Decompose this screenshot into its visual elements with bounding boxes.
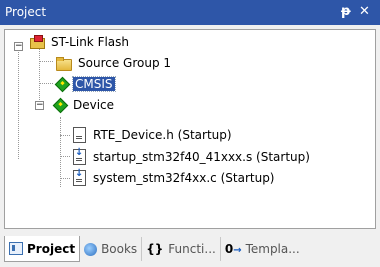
tree-node-label: startup_stm32f40_41xxx.s (Startup) [93,150,310,164]
source-file-icon [73,147,86,165]
tree-node-label: RTE_Device.h (Startup) [93,128,232,142]
tree-connector [39,48,40,108]
project-icon [29,35,45,49]
tab-templates[interactable]: 0→ Templa... [221,237,304,261]
panel-tabs: Project Books {} Functi... 0→ Templa... [4,235,376,263]
tab-label: Functi... [168,242,216,256]
component-icon [52,97,69,114]
tree-node-label: system_stm32f4xx.c (Startup) [93,171,275,185]
component-icon [54,76,71,93]
tree-node-file[interactable]: system_stm32f4xx.c (Startup) [71,168,277,187]
tree-node-label: ST-Link Flash [51,35,130,49]
collapse-root-button[interactable]: − [14,42,23,51]
panel-titlebar: Project ᵽ ✕ [0,0,380,25]
project-tree[interactable]: − ST-Link Flash Source Group 1 CMSIS − D… [4,29,376,229]
panel-title: Project [5,5,47,19]
tree-node-file[interactable]: startup_stm32f40_41xxx.s (Startup) [71,147,312,166]
tree-connector [18,47,19,159]
tab-label: Templa... [245,242,300,256]
tab-books[interactable]: Books [80,237,143,261]
tab-functions[interactable]: {} Functi... [142,237,221,261]
books-icon [84,242,98,256]
tree-node-cmsis[interactable]: CMSIS [54,75,116,93]
functions-icon: {} [146,242,164,256]
tree-connector [60,117,61,187]
tab-project[interactable]: Project [4,236,81,262]
templates-icon: 0→ [224,242,242,256]
source-file-icon [73,168,86,186]
project-tab-icon [9,242,23,255]
tree-node-label: CMSIS [72,76,116,92]
collapse-device-button[interactable]: − [35,101,44,110]
tree-node-device[interactable]: Device [52,96,116,114]
tree-node-label: Source Group 1 [78,56,172,70]
tree-node-source-group[interactable]: Source Group 1 [56,54,173,72]
tree-node-root[interactable]: ST-Link Flash [29,33,131,51]
pin-icon[interactable]: ᵽ [341,4,351,19]
tab-label: Books [101,242,138,256]
project-panel: − ST-Link Flash Source Group 1 CMSIS − D… [0,25,380,267]
tab-label: Project [27,241,76,256]
tree-connector [60,135,70,136]
close-icon[interactable]: ✕ [359,4,370,19]
folder-icon [56,56,72,71]
header-file-icon [73,127,86,143]
tree-connector [60,178,70,179]
tree-node-label: Device [73,98,115,112]
tree-connector [39,83,53,84]
tree-connector [60,156,70,157]
tree-connector [39,61,53,62]
tree-node-file[interactable]: RTE_Device.h (Startup) [71,126,234,144]
